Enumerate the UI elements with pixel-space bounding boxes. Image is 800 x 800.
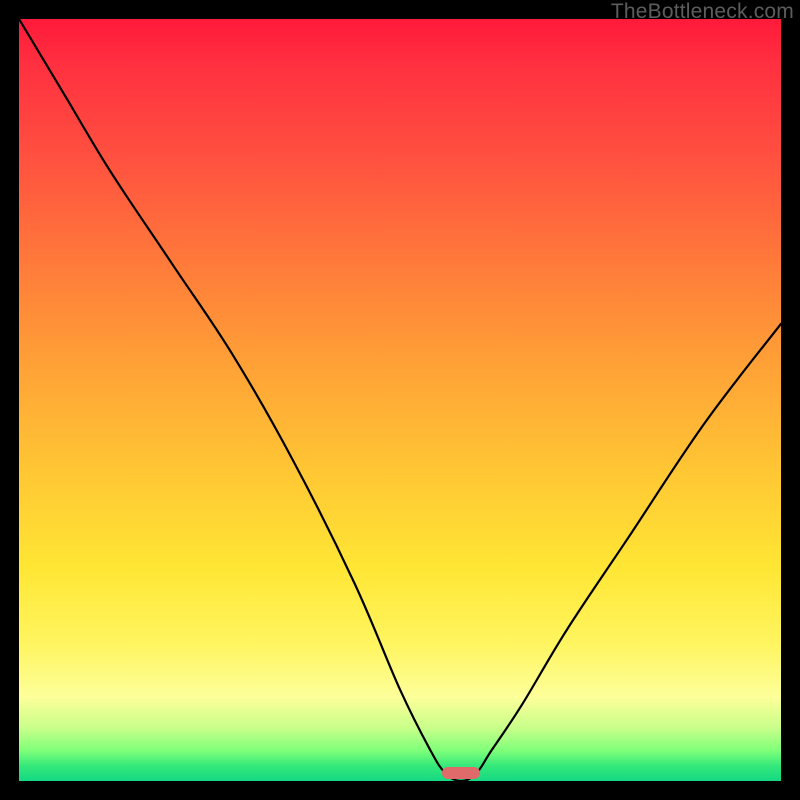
chart-frame: TheBottleneck.com xyxy=(0,0,800,800)
optimal-marker xyxy=(442,767,480,779)
watermark-text: TheBottleneck.com xyxy=(611,0,794,24)
bottleneck-curve xyxy=(19,19,781,781)
plot-area xyxy=(19,19,781,781)
